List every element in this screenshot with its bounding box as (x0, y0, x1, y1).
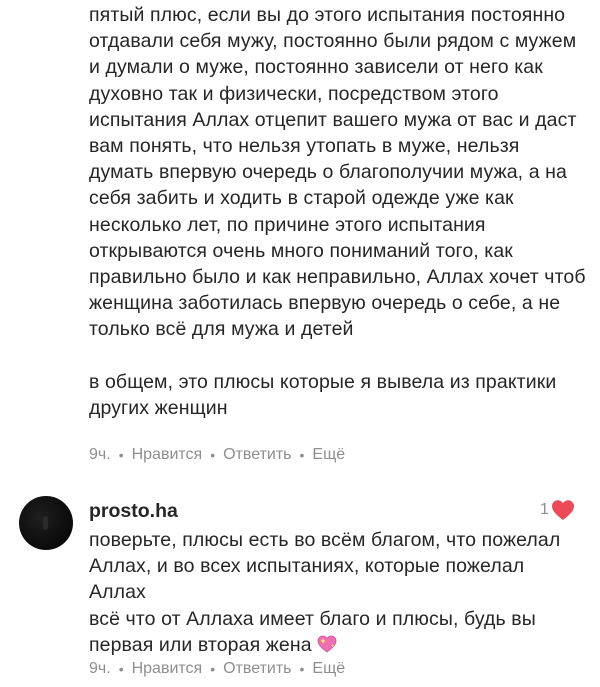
avatar[interactable] (19, 496, 73, 550)
sparkling-heart-emoji-icon (317, 635, 337, 653)
separator-dot: • (299, 447, 305, 463)
comment-2-like-button[interactable]: Нравится (132, 660, 203, 678)
comment-2-like[interactable]: 1 (540, 499, 575, 521)
separator-dot: • (299, 661, 305, 677)
comment-2-paragraph-2: всё что от Аллаха имеет благо и плюсы, б… (89, 606, 586, 658)
comment-1-paragraph-2: в общем, это плюсы которые я вывела из п… (89, 370, 557, 419)
comment-2-actions: 9ч. • Нравится • Ответить • Ещё (89, 660, 345, 678)
comment-1-actions: 9ч. • Нравится • Ответить • Ещё (89, 446, 345, 464)
comment-2-like-count: 1 (540, 501, 549, 518)
comment-1-like-button[interactable]: Нравится (132, 446, 203, 464)
comment-2-more-button[interactable]: Ещё (312, 660, 345, 678)
separator-dot: • (118, 661, 124, 677)
comment-2-paragraph-1: поверьте, плюсы есть во всём благом, что… (89, 529, 561, 604)
comment-2-text: поверьте, плюсы есть во всём благом, что… (89, 527, 586, 658)
comment-2-username[interactable]: prosto.ha (89, 500, 178, 523)
comment-1-time: 9ч. (89, 446, 111, 463)
separator-dot: • (210, 447, 216, 463)
heart-icon[interactable] (551, 499, 575, 521)
comment-2-reply-button[interactable]: Ответить (223, 660, 291, 678)
comment-1-more-button[interactable]: Ещё (312, 446, 345, 464)
separator-dot: • (118, 447, 124, 463)
comment-2-time: 9ч. (89, 660, 111, 677)
comment-2-paragraph-2-text: всё что от Аллаха имеет благо и плюсы, б… (89, 607, 536, 656)
separator-dot: • (210, 661, 216, 677)
comment-1-reply-button[interactable]: Ответить (223, 446, 291, 464)
comment-1-text: пятый плюс, если вы до этого испытания п… (89, 2, 586, 421)
comment-1-paragraph-1: пятый плюс, если вы до этого испытания п… (89, 4, 586, 341)
